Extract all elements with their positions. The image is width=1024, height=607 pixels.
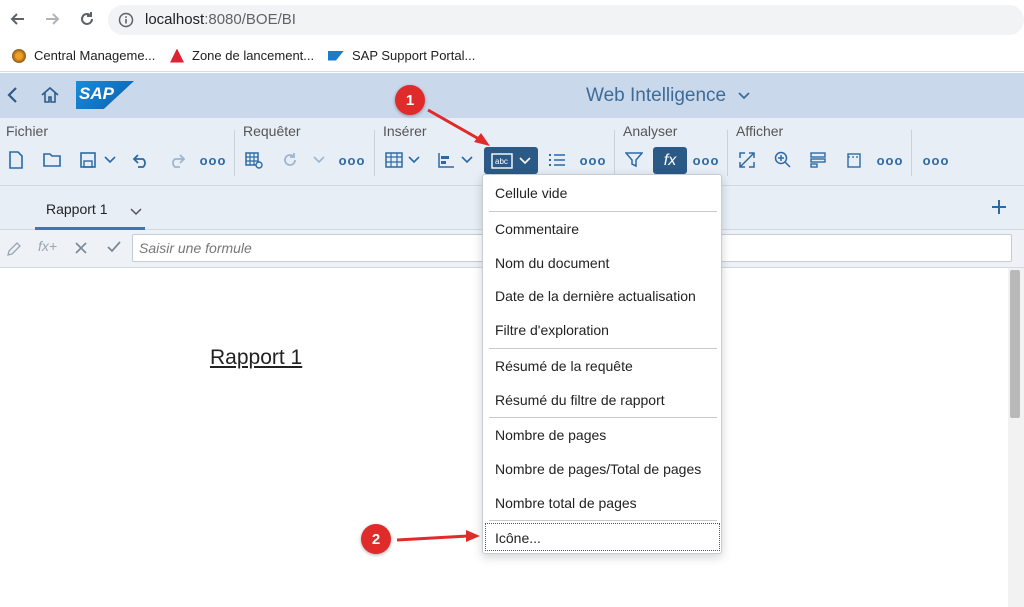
insert-cell-menu: Cellule vide Commentaire Nom du document… [482,174,722,554]
forward-arrow-icon[interactable] [42,9,62,29]
menu-item-date-actualisation[interactable]: Date de la dernière actualisation [495,288,696,304]
bookmark-central-management[interactable]: Central Manageme... [12,48,155,63]
group-label-fichier: Fichier [6,123,49,139]
group-label-requeter: Requêter [243,123,301,139]
group-label-afficher: Afficher [736,123,784,139]
inserer-more-icon[interactable]: ooo [580,149,606,171]
menu-item-resume-requete[interactable]: Résumé de la requête [495,358,633,374]
refresh-chevron-down-icon[interactable] [307,149,331,171]
chevron-down-icon [738,92,751,100]
scrollbar-thumb[interactable] [1010,270,1020,418]
refresh-icon[interactable] [278,149,302,171]
analyser-more-icon[interactable]: ooo [693,149,719,171]
list-icon[interactable] [545,149,569,171]
zoom-in-icon[interactable] [771,149,795,171]
report-title-cell[interactable]: Rapport 1 [210,346,302,370]
open-folder-icon[interactable] [40,149,64,171]
bookmarks-bar: Central Manageme... Zone de lancement...… [0,40,1024,72]
bookmark-favicon-icon [170,48,184,63]
layout-icon[interactable] [806,149,830,171]
info-icon[interactable] [118,12,134,33]
filter-icon[interactable] [622,149,646,171]
chevron-down-icon [519,156,531,164]
fx-plus-icon[interactable]: fx+ [38,238,57,254]
menu-separator [489,348,717,349]
sap-favicon-icon [328,50,344,61]
sap-logo-text: SAP [79,84,114,103]
menu-item-filtre-exploration[interactable]: Filtre d'exploration [495,322,609,338]
toolbar-separator [911,130,912,176]
menu-separator [489,417,717,418]
reload-icon[interactable] [77,9,97,29]
menu-item-pages-total[interactable]: Nombre de pages/Total de pages [495,461,701,477]
table-chevron-down-icon[interactable] [402,149,426,171]
cancel-icon[interactable] [74,241,88,260]
requeter-more-icon[interactable]: ooo [339,149,365,171]
page-icon[interactable] [842,149,866,171]
menu-item-nombre-pages[interactable]: Nombre de pages [495,427,606,443]
svg-text:abc: abc [495,157,508,166]
menu-separator [489,520,717,521]
redo-icon[interactable] [165,149,189,171]
url-text: localhost:8080/BOE/BI [145,11,296,28]
back-chevron-icon[interactable] [6,86,20,109]
group-label-analyser: Analyser [623,123,678,139]
add-tab-icon[interactable] [990,198,1008,221]
toolbar-separator [234,130,235,176]
annotation-badge-1: 1 [395,85,425,115]
toolbar-separator [727,130,728,176]
pencil-icon[interactable] [6,241,22,262]
menu-item-icone[interactable]: Icône... [495,530,541,546]
query-grid-icon[interactable] [242,149,266,171]
browser-toolbar: localhost:8080/BOE/BI [0,0,1024,40]
toolbar-overflow-icon[interactable]: ooo [923,149,949,171]
bookmark-zone-lancement[interactable]: Zone de lancement... [170,48,314,63]
save-chevron-down-icon[interactable] [98,149,122,171]
tab-chevron-down-icon[interactable] [130,203,142,221]
bookmark-favicon-icon [12,48,26,63]
back-arrow-icon[interactable] [8,9,28,29]
formula-fx-button[interactable]: fx [653,147,687,174]
sap-shell-bar: SAP Web Intelligence [0,73,1024,118]
expand-icon[interactable] [735,149,759,171]
fichier-more-icon[interactable]: ooo [200,149,226,171]
toolbar-separator [374,130,375,176]
toolbar-separator [614,130,615,176]
chart-chevron-down-icon[interactable] [455,149,479,171]
app-title[interactable]: Web Intelligence [586,85,751,107]
bookmark-sap-support[interactable]: SAP Support Portal... [328,48,475,63]
new-document-icon[interactable] [4,149,28,171]
group-label-inserer: Insérer [383,123,427,139]
text-cell-icon: abc [491,152,513,169]
menu-item-resume-filtre[interactable]: Résumé du filtre de rapport [495,392,665,408]
annotation-badge-2: 2 [361,524,391,554]
confirm-check-icon[interactable] [106,240,122,259]
tab-label: Rapport 1 [46,201,108,217]
undo-icon[interactable] [129,149,153,171]
save-icon[interactable] [76,149,100,171]
insert-cell-button[interactable]: abc [484,147,538,174]
home-icon[interactable] [40,85,60,110]
menu-item-nom-document[interactable]: Nom du document [495,255,609,271]
menu-item-commentaire[interactable]: Commentaire [495,221,579,237]
afficher-more-icon[interactable]: ooo [877,149,903,171]
menu-item-cellule-vide[interactable]: Cellule vide [495,185,567,201]
menu-separator [489,211,717,212]
menu-item-total-pages[interactable]: Nombre total de pages [495,495,637,511]
